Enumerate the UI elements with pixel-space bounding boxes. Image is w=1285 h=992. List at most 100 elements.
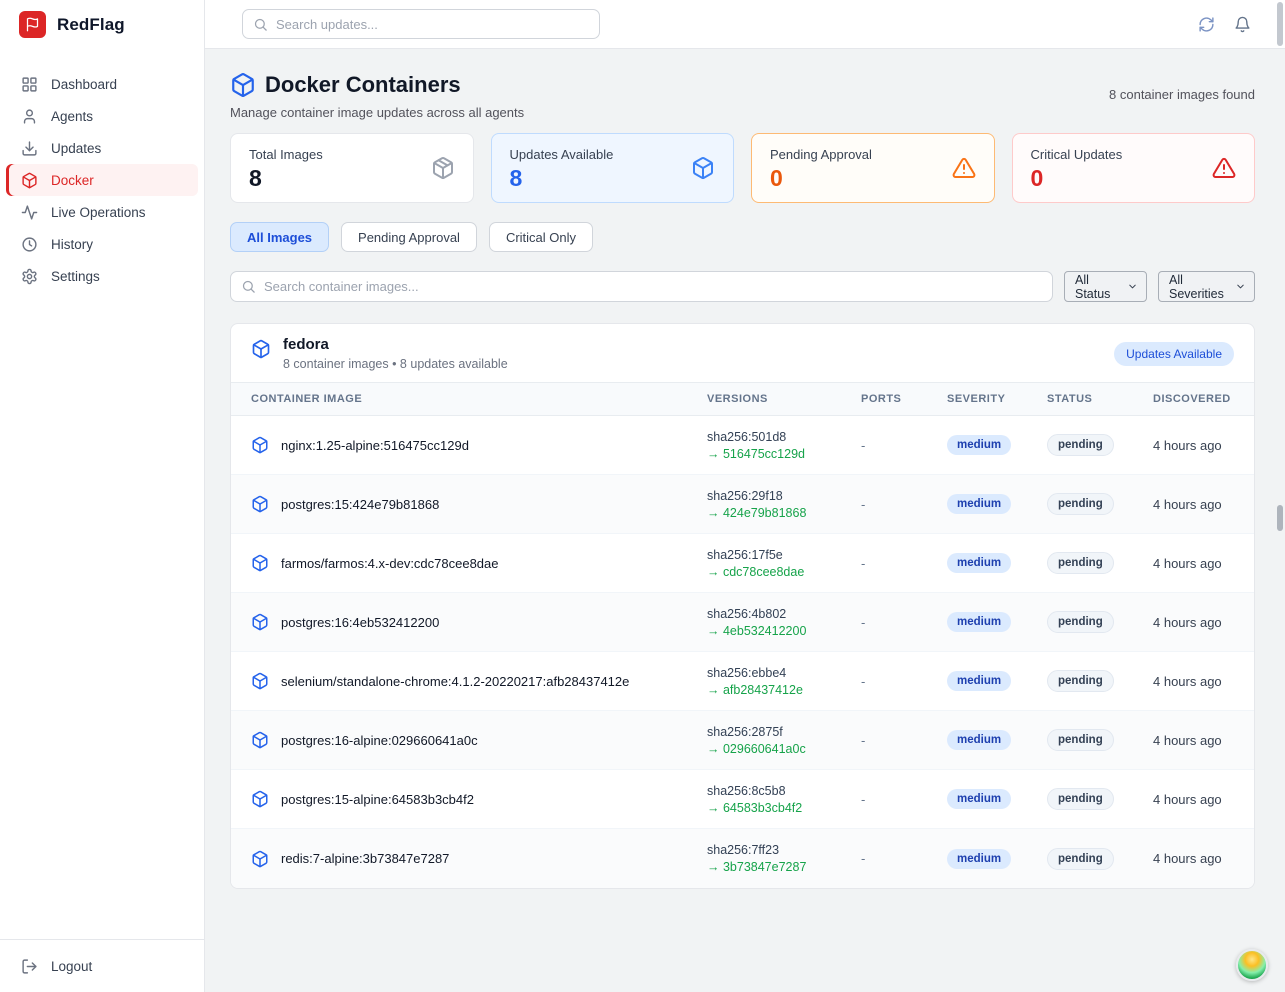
sidebar-item-docker[interactable]: Docker — [6, 164, 198, 196]
topbar — [205, 0, 1285, 49]
logout-button[interactable]: Logout — [6, 950, 198, 982]
result-count: 8 container images found — [1109, 87, 1255, 102]
sidebar-item-dashboard[interactable]: Dashboard — [6, 68, 198, 100]
status-badge: pending — [1047, 848, 1114, 870]
status-filter-select[interactable]: All Status — [1064, 271, 1147, 302]
content: Docker Containers Manage container image… — [205, 49, 1285, 992]
status-badge: pending — [1047, 670, 1114, 692]
cube-icon — [251, 613, 269, 631]
sidebar: RedFlag Dashboard Agents Updates Docker … — [0, 0, 205, 992]
filter-tab-pending-approval[interactable]: Pending Approval — [341, 222, 477, 252]
filter-tab-critical-only[interactable]: Critical Only — [489, 222, 593, 252]
updates-available-badge: Updates Available — [1114, 342, 1234, 366]
filter-tab-all-images[interactable]: All Images — [230, 222, 329, 252]
table-row[interactable]: farmos/farmos:4.x-dev:cdc78cee8dae sha25… — [231, 534, 1254, 593]
ports-value: - — [861, 497, 947, 512]
column-header: PORTS — [861, 393, 947, 405]
grid-icon — [21, 76, 38, 93]
stat-label: Updates Available — [510, 147, 614, 162]
redflag-logo-icon — [19, 11, 46, 38]
cube-icon — [251, 554, 269, 572]
stat-cards: Total Images 8 Updates Available 8 Pendi… — [230, 133, 1255, 203]
version-current: sha256:501d8 — [707, 430, 861, 444]
version-new: → 64583b3cb4f2 — [707, 801, 861, 815]
version-current: sha256:17f5e — [707, 548, 861, 562]
sidebar-item-settings[interactable]: Settings — [6, 260, 198, 292]
severity-badge: medium — [947, 671, 1011, 691]
table-header: CONTAINER IMAGE VERSIONS PORTS SEVERITY … — [231, 382, 1254, 416]
version-new: → 029660641a0c — [707, 742, 861, 756]
container-image-name: postgres:16:4eb532412200 — [281, 615, 439, 630]
group-name: fedora — [283, 336, 1114, 353]
ports-value: - — [861, 615, 947, 630]
stat-label: Pending Approval — [770, 147, 872, 162]
stat-value: 8 — [249, 167, 323, 190]
filter-bar: All Status All Severities — [230, 271, 1255, 302]
docker-cube-icon — [230, 72, 256, 98]
container-image-name: postgres:15-alpine:64583b3cb4f2 — [281, 792, 474, 807]
logout-icon — [21, 958, 38, 975]
container-search-input[interactable] — [230, 271, 1053, 302]
updates-search-input[interactable] — [242, 9, 600, 39]
main-area: Docker Containers Manage container image… — [205, 0, 1285, 992]
table-row[interactable]: postgres:16:4eb532412200 sha256:4b802 → … — [231, 593, 1254, 652]
version-current: sha256:8c5b8 — [707, 784, 861, 798]
version-new: → 4eb532412200 — [707, 624, 861, 638]
scrollbar-thumb[interactable] — [1277, 505, 1283, 531]
table-row[interactable]: redis:7-alpine:3b73847e7287 sha256:7ff23… — [231, 829, 1254, 888]
floating-widget-button[interactable] — [1236, 949, 1268, 981]
table-row[interactable]: postgres:16-alpine:029660641a0c sha256:2… — [231, 711, 1254, 770]
discovered-value: 4 hours ago — [1153, 851, 1234, 866]
ports-value: - — [861, 851, 947, 866]
download-icon — [21, 140, 38, 157]
cube-icon — [251, 731, 269, 749]
container-image-name: redis:7-alpine:3b73847e7287 — [281, 851, 449, 866]
ports-value: - — [861, 674, 947, 689]
sidebar-item-agents[interactable]: Agents — [6, 100, 198, 132]
sidebar-item-live-operations[interactable]: Live Operations — [6, 196, 198, 228]
version-current: sha256:7ff23 — [707, 843, 861, 857]
sidebar-item-label: Dashboard — [51, 77, 117, 92]
sidebar-item-label: Updates — [51, 141, 101, 156]
page-subtitle: Manage container image updates across al… — [230, 105, 524, 120]
sidebar-item-updates[interactable]: Updates — [6, 132, 198, 164]
discovered-value: 4 hours ago — [1153, 792, 1234, 807]
container-search — [230, 271, 1053, 302]
sidebar-item-history[interactable]: History — [6, 228, 198, 260]
discovered-value: 4 hours ago — [1153, 556, 1234, 571]
status-badge: pending — [1047, 434, 1114, 456]
version-current: sha256:29f18 — [707, 489, 861, 503]
refresh-icon[interactable] — [1198, 16, 1215, 33]
discovered-value: 4 hours ago — [1153, 615, 1234, 630]
notification-bell-icon[interactable] — [1234, 16, 1251, 33]
ports-value: - — [861, 733, 947, 748]
brand-name: RedFlag — [57, 15, 125, 35]
ports-value: - — [861, 792, 947, 807]
container-image-name: nginx:1.25-alpine:516475cc129d — [281, 438, 469, 453]
table-row[interactable]: postgres:15-alpine:64583b3cb4f2 sha256:8… — [231, 770, 1254, 829]
stat-card-critical-updates: Critical Updates 0 — [1012, 133, 1256, 203]
container-image-name: selenium/standalone-chrome:4.1.2-2022021… — [281, 674, 629, 689]
cube-icon — [691, 156, 715, 180]
user-icon — [21, 108, 38, 125]
activity-icon — [21, 204, 38, 221]
stat-value: 0 — [770, 167, 872, 190]
ports-value: - — [861, 556, 947, 571]
table-row[interactable]: selenium/standalone-chrome:4.1.2-2022021… — [231, 652, 1254, 711]
table-row[interactable]: postgres:15:424e79b81868 sha256:29f18 → … — [231, 475, 1254, 534]
stat-card-total-images: Total Images 8 — [230, 133, 474, 203]
sidebar-footer: Logout — [0, 939, 204, 992]
cube-icon — [21, 172, 38, 189]
discovered-value: 4 hours ago — [1153, 438, 1234, 453]
severity-filter-select[interactable]: All Severities — [1158, 271, 1255, 302]
topbar-search — [242, 9, 600, 39]
scrollbar-thumb[interactable] — [1277, 2, 1283, 46]
table-row[interactable]: nginx:1.25-alpine:516475cc129d sha256:50… — [231, 416, 1254, 475]
sidebar-nav: Dashboard Agents Updates Docker Live Ope… — [0, 49, 204, 939]
gear-icon — [21, 268, 38, 285]
stat-card-pending-approval: Pending Approval 0 — [751, 133, 995, 203]
status-badge: pending — [1047, 552, 1114, 574]
warning-triangle-icon — [952, 156, 976, 180]
severity-filter-value: All Severities — [1169, 273, 1226, 301]
logout-label: Logout — [51, 959, 92, 974]
